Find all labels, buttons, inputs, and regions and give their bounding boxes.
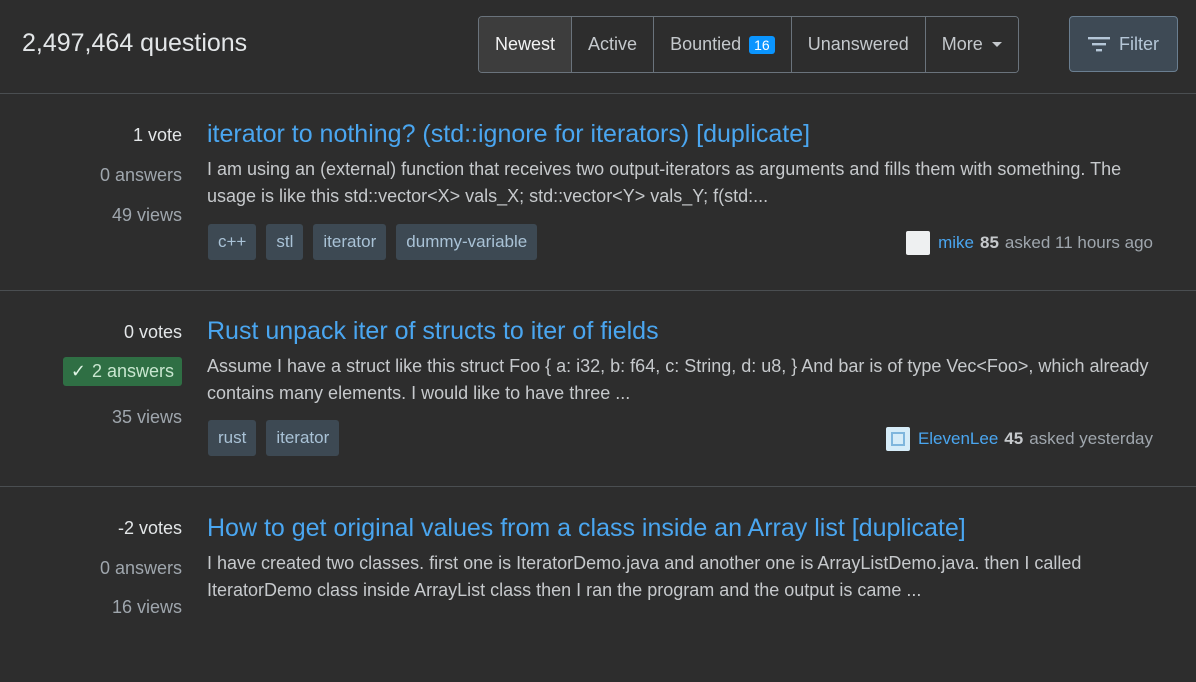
tab-bountied[interactable]: Bountied 16 — [654, 17, 792, 72]
accepted-answer-badge: ✓ 2 answers — [62, 357, 182, 386]
answer-count: 0 answers — [99, 558, 182, 578]
user-name-link[interactable]: mike — [938, 233, 974, 253]
tag-stl[interactable]: stl — [266, 224, 304, 260]
question-excerpt: I am using an (external) function that r… — [207, 159, 1122, 206]
question-summary: 1 vote 0 answers 49 views iterator to no… — [0, 94, 1196, 289]
tab-newest[interactable]: Newest — [479, 17, 573, 72]
filter-button[interactable]: Filter — [1069, 16, 1178, 72]
filter-icon — [1088, 37, 1110, 52]
tag-dummy-variable[interactable]: dummy-variable — [396, 224, 538, 260]
user-card: ElevenLee 45 asked yesterday — [885, 427, 1153, 451]
tab-label: Active — [588, 34, 638, 54]
avatar[interactable] — [885, 427, 910, 451]
user-reputation: 45 — [1004, 429, 1024, 448]
tag-cpp[interactable]: c++ — [208, 224, 257, 260]
question-summary: 0 votes ✓ 2 answers 35 views Rust unpack… — [0, 291, 1196, 486]
filter-label: Filter — [1119, 33, 1159, 54]
question-stats: 0 votes ✓ 2 answers 35 views — [0, 291, 182, 441]
bounty-count-badge: 16 — [749, 35, 775, 54]
checkmark-icon: ✓ — [70, 361, 86, 381]
user-card: mike 85 asked 11 hours ago — [906, 231, 1153, 255]
vote-count: 1 vote — [132, 125, 182, 145]
tab-active[interactable]: Active — [572, 17, 655, 72]
question-stats: 1 vote 0 answers 49 views — [0, 94, 182, 244]
tab-more[interactable]: More — [925, 17, 1018, 72]
tab-label: Bountied — [670, 34, 742, 54]
user-name-link[interactable]: ElevenLee — [918, 429, 998, 449]
view-count: 16 views — [111, 597, 182, 617]
tag-list: c++ stl iterator dummy-variable — [208, 224, 538, 260]
avatar[interactable] — [906, 231, 931, 255]
tag-list: rust iterator — [208, 420, 340, 456]
tab-label: More — [941, 34, 983, 54]
user-reputation: 85 — [980, 233, 999, 252]
tag-iterator[interactable]: iterator — [266, 420, 340, 456]
question-count: 2,497,464 questions — [22, 29, 248, 57]
question-title-link[interactable]: How to get original values from a class … — [207, 514, 966, 543]
tag-rust[interactable]: rust — [208, 420, 257, 456]
question-title-link[interactable]: iterator to nothing? (std::ignore for it… — [207, 120, 810, 149]
asked-time: asked 11 hours ago — [1004, 233, 1153, 252]
question-summary: -2 votes 0 answers 16 views How to get o… — [0, 487, 1196, 682]
question-title-link[interactable]: Rust unpack iter of structs to iter of f… — [207, 317, 659, 346]
tag-iterator[interactable]: iterator — [313, 224, 387, 260]
chevron-down-icon — [991, 42, 1002, 47]
tab-unanswered[interactable]: Unanswered — [791, 17, 926, 72]
answer-count: 2 answers — [91, 361, 174, 381]
questions-header: 2,497,464 questions Newest Active Bounti… — [0, 0, 1196, 92]
tab-label: Unanswered — [807, 34, 909, 54]
tab-label: Newest — [495, 34, 556, 54]
vote-count: 0 votes — [123, 322, 182, 342]
question-excerpt: Assume I have a struct like this struct … — [207, 356, 1149, 403]
view-count: 35 views — [111, 407, 182, 427]
asked-time: asked yesterday — [1029, 429, 1153, 448]
vote-count: -2 votes — [117, 518, 182, 538]
question-excerpt: I have created two classes. first one is… — [207, 553, 1082, 600]
answer-count: 0 answers — [99, 165, 182, 185]
view-count: 49 views — [111, 205, 182, 225]
sort-tabs: Newest Active Bountied 16 Unanswered More — [478, 16, 1019, 73]
question-stats: -2 votes 0 answers 16 views — [0, 487, 182, 637]
